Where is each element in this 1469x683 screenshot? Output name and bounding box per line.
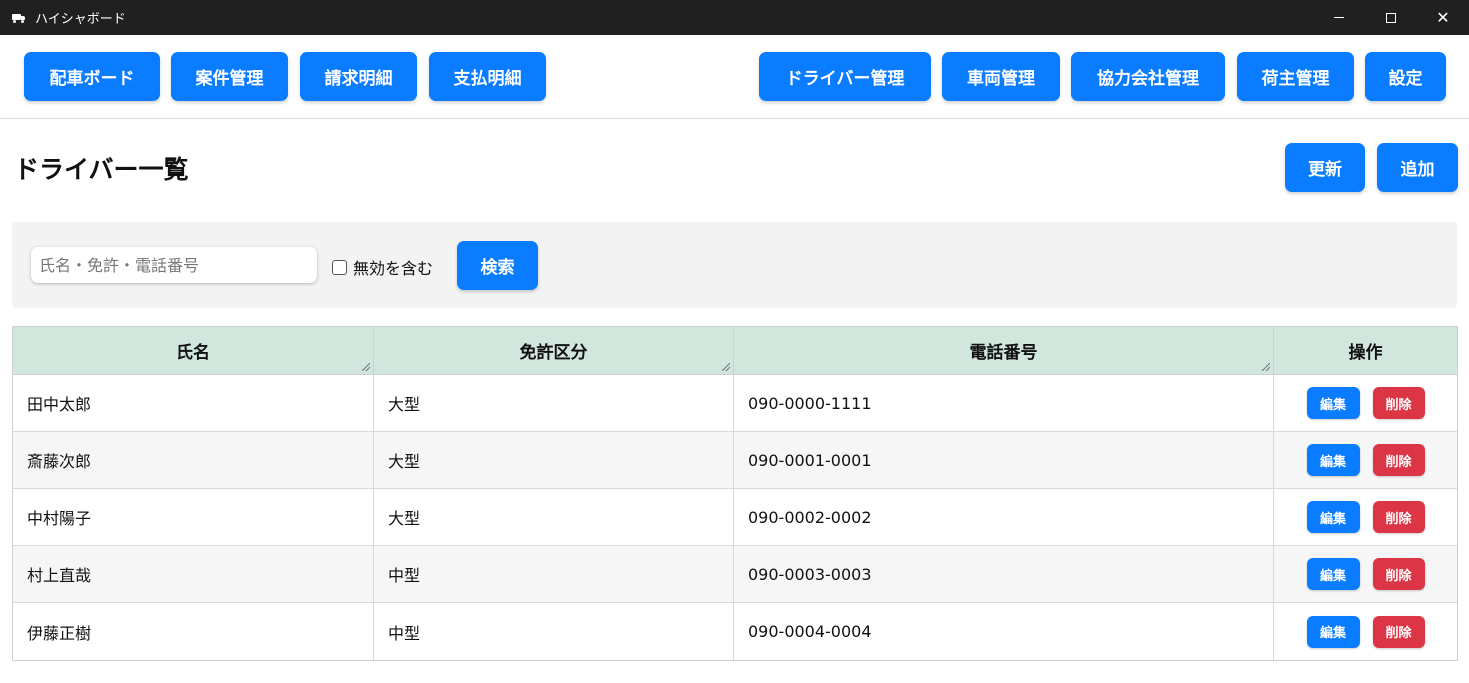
- cell-phone: 090-0002-0002: [734, 489, 1274, 545]
- nav-driver-management-button[interactable]: ドライバー管理: [759, 52, 931, 101]
- truck-icon: [12, 13, 26, 23]
- cell-actions: 編集 削除: [1274, 546, 1457, 602]
- column-resize-handle[interactable]: [1262, 363, 1270, 371]
- cell-phone: 090-0000-1111: [734, 375, 1274, 431]
- minimize-button[interactable]: [1313, 0, 1365, 35]
- nav-billing-details-button[interactable]: 請求明細: [300, 52, 417, 101]
- maximize-button[interactable]: [1365, 0, 1417, 35]
- edit-button[interactable]: 編集: [1306, 387, 1360, 419]
- include-inactive-checkbox[interactable]: [332, 259, 347, 275]
- delete-button[interactable]: 削除: [1372, 387, 1425, 419]
- cell-license: 中型: [374, 546, 734, 602]
- minimize-icon: [1334, 17, 1344, 18]
- cell-license: 大型: [374, 432, 734, 488]
- include-inactive-label: 無効を含む: [353, 259, 434, 278]
- delete-button[interactable]: 削除: [1372, 615, 1425, 648]
- add-button[interactable]: 追加: [1377, 143, 1458, 192]
- cell-name: 斎藤次郎: [13, 432, 374, 488]
- search-input[interactable]: [31, 247, 317, 283]
- cell-phone: 090-0004-0004: [734, 603, 1274, 660]
- column-header-license: 免許区分: [374, 327, 734, 374]
- close-icon: ✕: [1436, 8, 1450, 27]
- column-header-label: 操作: [1348, 343, 1383, 363]
- window-titlebar: ハイシャボード ✕: [0, 0, 1469, 35]
- column-header-label: 免許区分: [519, 343, 588, 363]
- cell-name: 村上直哉: [13, 546, 374, 602]
- table-body: 田中太郎 大型 090-0000-1111 編集 削除 斎藤次郎 大型 090-…: [13, 375, 1457, 662]
- table-row: 斎藤次郎 大型 090-0001-0001 編集 削除: [13, 432, 1457, 489]
- nav-payment-details-button[interactable]: 支払明細: [429, 52, 546, 101]
- edit-button[interactable]: 編集: [1306, 501, 1360, 533]
- cell-phone: 090-0001-0001: [734, 432, 1274, 488]
- column-resize-handle[interactable]: [362, 363, 370, 371]
- close-button[interactable]: ✕: [1417, 0, 1469, 35]
- cell-name: 中村陽子: [13, 489, 374, 545]
- edit-button[interactable]: 編集: [1306, 558, 1360, 590]
- delete-button[interactable]: 削除: [1372, 558, 1425, 590]
- cell-license: 大型: [374, 375, 734, 431]
- edit-button[interactable]: 編集: [1306, 444, 1360, 476]
- table-row: 田中太郎 大型 090-0000-1111 編集 削除: [13, 375, 1457, 432]
- cell-license: 中型: [374, 603, 734, 660]
- nav-dispatch-board-button[interactable]: 配車ボード: [24, 52, 160, 101]
- refresh-button[interactable]: 更新: [1285, 143, 1365, 192]
- search-button[interactable]: 検索: [457, 241, 538, 290]
- nav-shipper-management-button[interactable]: 荷主管理: [1237, 52, 1354, 101]
- cell-name: 田中太郎: [13, 375, 374, 431]
- column-header-label: 氏名: [176, 343, 210, 363]
- page-title: ドライバー一覧: [14, 155, 189, 184]
- cell-license: 大型: [374, 489, 734, 545]
- column-header-phone: 電話番号: [734, 327, 1274, 374]
- table-row: 村上直哉 中型 090-0003-0003 編集 削除: [13, 546, 1457, 603]
- search-panel: 無効を含む 検索: [12, 222, 1457, 308]
- cell-phone: 090-0003-0003: [734, 546, 1274, 602]
- include-inactive-toggle[interactable]: 無効を含む: [332, 255, 433, 279]
- column-header-label: 電話番号: [969, 343, 1038, 363]
- nav-partner-management-button[interactable]: 協力会社管理: [1071, 52, 1225, 101]
- maximize-icon: [1386, 12, 1396, 23]
- cell-actions: 編集 削除: [1274, 432, 1457, 488]
- window-title: ハイシャボード: [35, 12, 126, 27]
- table-row: 伊藤正樹 中型 090-0004-0004 編集 削除: [13, 603, 1457, 660]
- column-resize-handle[interactable]: [722, 363, 730, 371]
- cell-name: 伊藤正樹: [13, 603, 374, 660]
- nav-vehicle-management-button[interactable]: 車両管理: [942, 52, 1060, 101]
- delete-button[interactable]: 削除: [1372, 444, 1425, 476]
- cell-actions: 編集 削除: [1274, 489, 1457, 545]
- table-row: 中村陽子 大型 090-0002-0002 編集 削除: [13, 489, 1457, 546]
- nav-settings-button[interactable]: 設定: [1365, 52, 1446, 101]
- table-header: 氏名 免許区分 電話番号 操作: [13, 327, 1457, 375]
- main-nav: 配車ボード 案件管理 請求明細 支払明細 ドライバー管理 車両管理 協力会社管理…: [0, 35, 1469, 119]
- column-header-name: 氏名: [13, 327, 374, 374]
- cell-actions: 編集 削除: [1274, 603, 1457, 660]
- driver-table: 氏名 免許区分 電話番号 操作 田中太郎 大型 090-0000-1111 編集…: [12, 326, 1458, 661]
- delete-button[interactable]: 削除: [1372, 501, 1425, 533]
- nav-case-management-button[interactable]: 案件管理: [171, 52, 288, 101]
- edit-button[interactable]: 編集: [1306, 615, 1360, 648]
- column-header-actions: 操作: [1274, 327, 1457, 374]
- cell-actions: 編集 削除: [1274, 375, 1457, 431]
